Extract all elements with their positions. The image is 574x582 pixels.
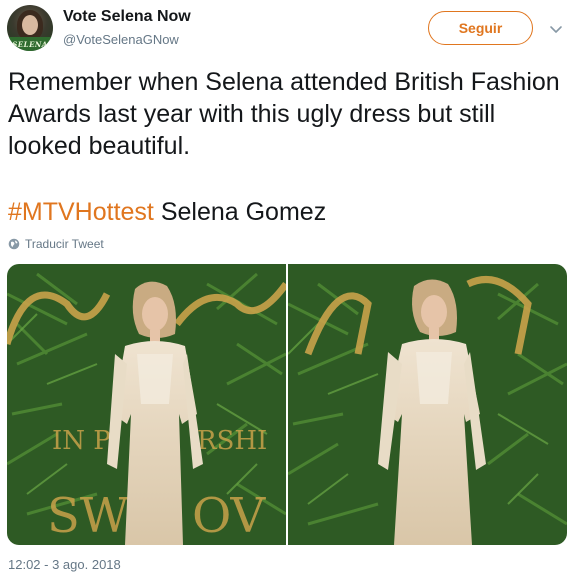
tweet-header: SELENA Vote Selena Now @VoteSelenaGNow S… [0,0,574,60]
svg-text:IN P: IN P [52,426,111,456]
svg-text:SW: SW [47,488,130,544]
translate-label: Traducir Tweet [25,237,104,251]
tweet-timestamp[interactable]: 12:02 - 3 ago. 2018 [8,557,121,572]
svg-text:OV: OV [192,488,267,544]
photo-right-image [288,264,567,545]
hashtag-link[interactable]: #MTVHottest [8,198,154,226]
photo-right[interactable] [288,264,567,545]
photo-left-image: IN P RSHI SW OV [7,264,286,545]
follow-button[interactable]: Seguir [428,11,533,45]
hashtag-trailing-text: Selena Gomez [153,198,327,226]
globe-icon [8,238,20,250]
tweet-text: Remember when Selena attended British Fa… [8,68,560,160]
chevron-down-icon[interactable] [549,22,563,36]
avatar-logo-text: SELENA [12,40,48,49]
tweet-hashtag-line: #MTVHottest Selena Gomez [8,196,568,228]
avatar[interactable]: SELENA [7,5,53,51]
tweet-media: IN P RSHI SW OV [7,264,567,545]
avatar-face [22,15,38,35]
user-handle[interactable]: @VoteSelenaGNow [63,32,179,47]
photo-left[interactable]: IN P RSHI SW OV [7,264,286,545]
translate-tweet-link[interactable]: Traducir Tweet [8,237,104,251]
display-name[interactable]: Vote Selena Now [63,8,191,26]
svg-text:RSHI: RSHI [197,426,267,456]
